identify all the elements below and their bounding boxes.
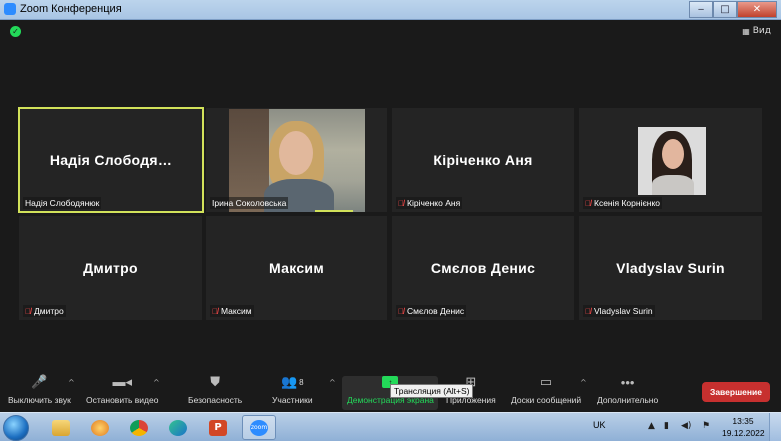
mic-muted-icon: 🎙̸ xyxy=(212,306,218,316)
end-meeting-button[interactable]: Завершение xyxy=(702,382,770,402)
close-button[interactable]: ✕ xyxy=(737,1,777,18)
video-tile[interactable]: Ірина Соколовська xyxy=(206,108,387,212)
edge-taskbar-button[interactable] xyxy=(161,415,195,440)
security-label: Безопасность xyxy=(188,395,243,405)
video-tile[interactable]: Дмитро 🎙̸ Дмитро xyxy=(19,216,202,320)
mute-label: Выключить звук xyxy=(8,395,71,405)
zoom-app-icon xyxy=(4,3,16,15)
participant-name: Смєлов Денис xyxy=(407,306,465,316)
participant-big-name: Дмитро xyxy=(83,260,138,276)
participant-big-name: Vladyslav Surin xyxy=(616,260,725,276)
participant-video xyxy=(638,127,706,195)
windows-taskbar: P zoom UK ▲ ▮ ◀) ⚑ 13:35 19.12.2022 xyxy=(0,412,781,441)
tray-expand-icon[interactable]: ▲ xyxy=(648,421,655,431)
video-label: Остановить видео xyxy=(86,395,159,405)
grid-icon: ▦ xyxy=(742,26,750,36)
participant-name: Ірина Соколовська xyxy=(212,198,287,208)
participant-name: Дмитро xyxy=(34,306,64,316)
video-tile[interactable]: Кіріченко Аня 🎙̸ Кіріченко Аня xyxy=(392,108,574,212)
media-player-icon xyxy=(91,419,109,436)
video-options-caret[interactable]: ^ xyxy=(153,378,160,387)
more-button[interactable]: ••• Дополнительно xyxy=(597,370,658,412)
language-indicator[interactable]: UK xyxy=(593,420,606,430)
participant-label: 🎙̸ Ксенія Корнієнко xyxy=(583,197,663,209)
participants-icon: 👥 8 xyxy=(280,374,304,389)
speaking-indicator xyxy=(315,210,353,212)
mic-muted-icon: 🎙̸ xyxy=(398,306,404,316)
action-center-icon[interactable]: ⚑ xyxy=(702,421,710,431)
participant-name: Кіріченко Аня xyxy=(407,198,461,208)
media-player-taskbar-button[interactable] xyxy=(83,415,117,440)
participant-label: Ірина Соколовська xyxy=(210,197,289,209)
participant-big-name: Кіріченко Аня xyxy=(433,152,533,168)
whiteboards-label: Доски сообщений xyxy=(511,395,582,405)
mute-button[interactable]: 🎤 Выключить звук xyxy=(8,370,71,412)
whiteboard-icon: ▭ xyxy=(539,374,553,389)
participants-count: 8 xyxy=(299,377,304,387)
participant-label: 🎙̸ Максим xyxy=(210,305,254,317)
zoom-taskbar-button[interactable]: zoom xyxy=(242,415,276,440)
video-tile[interactable]: Надія Слободя… Надія Слободянюк xyxy=(18,107,204,213)
participant-big-name: Максим xyxy=(269,260,324,276)
view-button[interactable]: ▦ Вид xyxy=(742,26,771,36)
participant-label: 🎙̸ Vladyslav Surin xyxy=(583,305,655,317)
participant-name: Vladyslav Surin xyxy=(594,306,653,316)
powerpoint-taskbar-button[interactable]: P xyxy=(201,415,235,440)
participants-button[interactable]: 👥 8 Участники xyxy=(272,370,313,412)
mic-muted-icon: 🎙̸ xyxy=(25,306,31,316)
window-title: Zoom Конференция xyxy=(20,3,122,15)
shield-icon: ⛊ xyxy=(210,374,220,389)
participant-label: Надія Слободянюк xyxy=(23,197,102,209)
participants-label: Участники xyxy=(272,395,313,405)
stop-video-button[interactable]: ▬◂ Остановить видео xyxy=(86,370,158,412)
more-icon: ••• xyxy=(620,374,635,390)
title-bar: Zoom Конференция ‒ □ ✕ xyxy=(0,0,781,20)
video-camera-icon: ▬◂ xyxy=(112,374,132,389)
maximize-button[interactable]: □ xyxy=(713,1,737,18)
video-tile[interactable]: 🎙̸ Ксенія Корнієнко xyxy=(579,108,762,212)
window-controls: ‒ □ ✕ xyxy=(689,1,777,18)
participant-label: 🎙̸ Кіріченко Аня xyxy=(396,197,463,209)
meeting-area: ✓ ▦ Вид Надія Слободя… Надія Слободянюк … xyxy=(0,20,781,370)
security-button[interactable]: ⛊ Безопасность xyxy=(188,370,242,412)
participant-big-name: Смєлов Денис xyxy=(430,260,536,276)
show-desktop-button[interactable] xyxy=(769,413,781,441)
mic-muted-icon: 🎙̸ xyxy=(398,198,404,208)
encryption-shield-icon[interactable]: ✓ xyxy=(10,26,21,37)
audio-options-caret[interactable]: ^ xyxy=(68,378,75,387)
participants-options-caret[interactable]: ^ xyxy=(329,378,336,387)
explorer-taskbar-button[interactable] xyxy=(44,415,78,440)
microphone-icon: 🎤 xyxy=(31,374,48,389)
participant-big-name: Надія Слободя… xyxy=(49,152,173,168)
edge-icon xyxy=(169,419,187,436)
more-label: Дополнительно xyxy=(597,395,659,405)
participant-label: 🎙̸ Дмитро xyxy=(23,305,66,317)
participant-label: 🎙̸ Смєлов Денис xyxy=(396,305,467,317)
clock-time: 13:35 xyxy=(732,416,754,426)
video-tile[interactable]: Vladyslav Surin 🎙̸ Vladyslav Surin xyxy=(579,216,762,320)
zoom-icon: zoom xyxy=(250,419,268,436)
minimize-button[interactable]: ‒ xyxy=(689,1,713,18)
video-tile[interactable]: Смєлов Денис 🎙̸ Смєлов Денис xyxy=(392,216,574,320)
whiteboards-button[interactable]: ▭ Доски сообщений xyxy=(511,370,581,412)
start-button[interactable] xyxy=(3,415,29,441)
taskbar-clock[interactable]: 13:35 19.12.2022 xyxy=(722,415,765,439)
powerpoint-icon: P xyxy=(209,419,227,436)
chrome-icon xyxy=(130,419,148,436)
folder-icon xyxy=(52,419,70,436)
mic-muted-icon: 🎙̸ xyxy=(585,198,591,208)
participant-name: Надія Слободянюк xyxy=(25,198,100,208)
participant-name: Ксенія Корнієнко xyxy=(594,198,661,208)
network-icon[interactable]: ▮ xyxy=(664,421,669,431)
volume-icon[interactable]: ◀) xyxy=(681,421,691,431)
whiteboard-options-caret[interactable]: ^ xyxy=(580,378,587,387)
share-tooltip: Трансляция (Alt+S) xyxy=(390,384,474,398)
view-label: Вид xyxy=(752,26,771,36)
chrome-taskbar-button[interactable] xyxy=(122,415,156,440)
mic-muted-icon: 🎙̸ xyxy=(585,306,591,316)
participant-name: Максим xyxy=(221,306,252,316)
video-tile[interactable]: Максим 🎙̸ Максим xyxy=(206,216,387,320)
clock-date: 19.12.2022 xyxy=(722,428,765,438)
